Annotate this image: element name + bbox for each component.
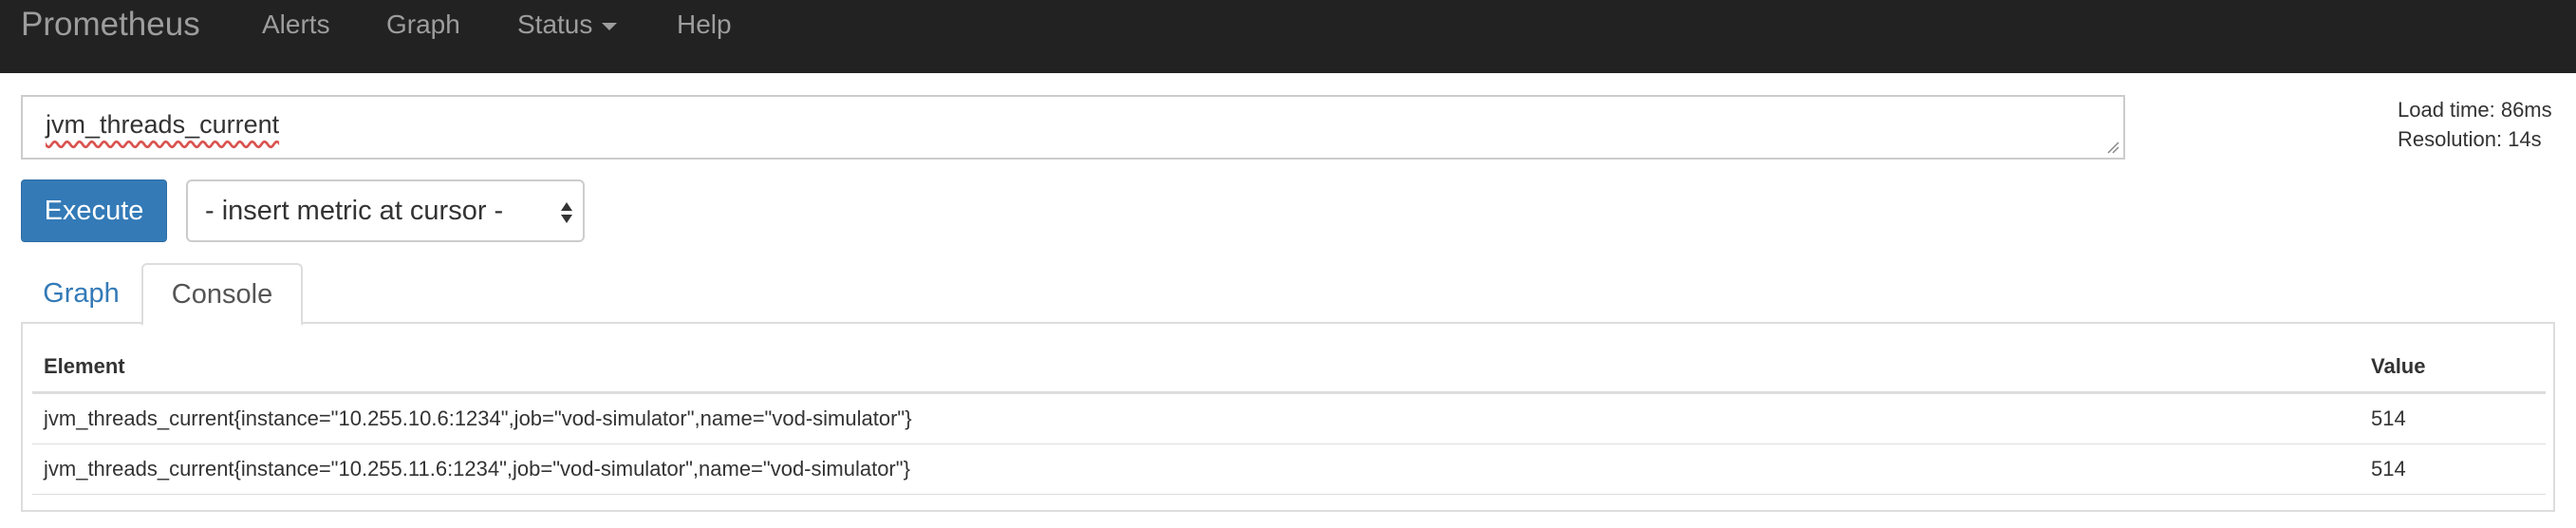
results-table: Element Value jvm_threads_current{instan… (32, 341, 2546, 495)
insert-metric-select[interactable]: - insert metric at cursor - (186, 179, 585, 242)
load-time-text: Load time: 86ms (2398, 98, 2552, 122)
top-navbar: Prometheus Alerts Graph Status Help (0, 0, 2576, 73)
nav-status-label: Status (517, 9, 593, 39)
insert-metric-select-value: - insert metric at cursor - (205, 195, 504, 226)
nav-help-link[interactable]: Help (677, 0, 732, 49)
expression-input-container (21, 95, 2125, 160)
table-header-row: Element Value (32, 341, 2546, 394)
execute-button[interactable]: Execute (21, 179, 167, 242)
console-results-panel: Element Value jvm_threads_current{instan… (21, 324, 2555, 512)
view-tabs: Graph Console (21, 263, 2555, 326)
nav-alerts-link[interactable]: Alerts (262, 0, 330, 49)
row-value: 514 (2371, 406, 2406, 430)
resolution-text: Resolution: 14s (2398, 127, 2542, 151)
resize-grip-icon[interactable] (2106, 141, 2119, 154)
row-element: jvm_threads_current{instance="10.255.10.… (44, 406, 912, 430)
row-element: jvm_threads_current{instance="10.255.11.… (44, 457, 910, 481)
tab-graph[interactable]: Graph (21, 263, 141, 324)
select-updown-arrows-icon (561, 202, 572, 223)
expression-input[interactable] (23, 97, 2123, 158)
tab-console[interactable]: Console (141, 263, 303, 326)
nav-status-dropdown[interactable]: Status (517, 0, 618, 49)
nav-graph-link[interactable]: Graph (386, 0, 460, 49)
table-row: jvm_threads_current{instance="10.255.10.… (32, 394, 2546, 444)
brand-logo-link[interactable]: Prometheus (21, 0, 200, 49)
column-header-value: Value (2371, 353, 2426, 378)
row-value: 514 (2371, 457, 2406, 481)
table-row: jvm_threads_current{instance="10.255.11.… (32, 444, 2546, 495)
column-header-element: Element (44, 353, 125, 378)
query-stats: Load time: 86ms Resolution: 14s (2398, 95, 2552, 154)
caret-down-icon (602, 23, 618, 30)
